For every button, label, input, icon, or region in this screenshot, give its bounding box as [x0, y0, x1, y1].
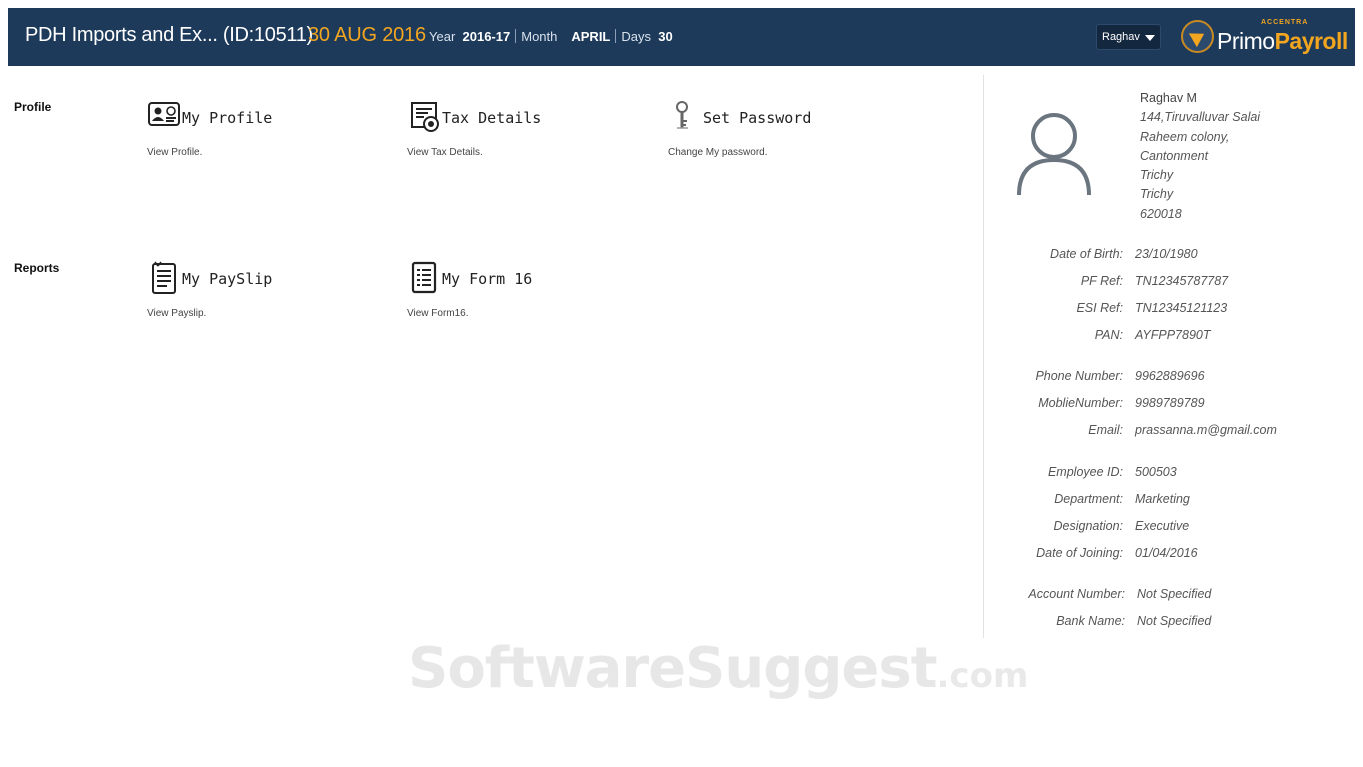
tile-title: My PaySlip [182, 270, 273, 288]
user-dropdown[interactable]: Raghav [1096, 24, 1161, 50]
info-pan: PAN: AYFPP7890T [990, 328, 1360, 346]
payslip-icon [152, 261, 176, 294]
info-label: Designation: [1053, 519, 1124, 533]
month-value: APRIL [571, 29, 611, 44]
brand-logo: ACCENTRA PrimoPayroll [1181, 18, 1348, 58]
user-dropdown-label: Raghav [1102, 31, 1140, 43]
tile-my-profile[interactable]: My Profile View Profile. [147, 100, 387, 170]
tile-description: View Form16. [407, 308, 469, 319]
info-value: prassanna.m@gmail.com [1135, 423, 1277, 437]
current-date: 30 AUG 2016 [308, 24, 426, 46]
tax-document-icon [411, 102, 439, 132]
info-label: Date of Joining: [1036, 546, 1123, 560]
info-value: 9962889696 [1135, 369, 1205, 383]
info-value: Not Specified [1137, 587, 1212, 601]
form-icon [411, 261, 437, 294]
year-label: Year [429, 29, 456, 44]
info-label: Account Number: [1028, 587, 1125, 601]
tile-title: Set Password [703, 109, 812, 127]
info-date-of-joining: Date of Joining: 01/04/2016 [990, 546, 1360, 564]
info-designation: Designation: Executive [990, 519, 1360, 537]
info-account-number: Account Number: Not Specified [990, 587, 1360, 605]
top-header: PDH Imports and Ex... (ID:10511) 30 AUG … [8, 8, 1355, 66]
info-email: Email: prassanna.m@gmail.com [990, 423, 1360, 441]
section-label-profile: Profile [14, 100, 52, 114]
period-info: Year 2016-17 Month APRIL Days 30 [429, 29, 673, 44]
info-department: Department: Marketing [990, 492, 1360, 510]
info-label: Phone Number: [1035, 369, 1123, 383]
address-line: Trichy [1140, 187, 1174, 202]
tile-description: View Payslip. [147, 308, 207, 319]
company-title: PDH Imports and Ex... (ID:10511) [25, 24, 313, 46]
employee-name: Raghav M [1140, 91, 1197, 105]
info-phone: Phone Number: 9962889696 [990, 369, 1360, 387]
info-value: 9989789789 [1135, 396, 1205, 410]
info-esi-ref: ESI Ref: TN12345121123 [990, 301, 1360, 319]
info-label: ESI Ref: [1076, 301, 1123, 315]
brand-payroll: Payroll [1274, 28, 1349, 54]
tile-description: Change My password. [668, 147, 768, 158]
info-label: PF Ref: [1080, 274, 1123, 288]
month-label: Month [521, 29, 558, 44]
info-label: PAN: [1094, 328, 1123, 342]
logo-mark-icon [1181, 20, 1214, 53]
address-line: 144,Tiruvalluvar Salai [1140, 110, 1261, 125]
panel-divider [983, 75, 984, 638]
user-avatar-icon [1017, 113, 1091, 196]
brand-tagline: ACCENTRA [1261, 19, 1309, 26]
info-label: MoblieNumber: [1038, 396, 1123, 410]
chevron-down-icon [1145, 35, 1155, 41]
tile-description: View Profile. [147, 147, 203, 158]
address-line: Cantonment [1140, 148, 1209, 163]
watermark-suffix: .com [936, 656, 1029, 696]
info-label: Bank Name: [1056, 614, 1125, 628]
info-value: 500503 [1135, 465, 1177, 479]
info-bank-name: Bank Name: Not Specified [990, 614, 1360, 632]
info-value: AYFPP7890T [1135, 328, 1211, 342]
address-line: Trichy [1140, 168, 1174, 183]
address-line: Raheem colony, [1140, 129, 1230, 144]
info-value: TN12345121123 [1135, 301, 1228, 315]
tile-description: View Tax Details. [407, 147, 483, 158]
address-line: 620018 [1140, 206, 1182, 221]
days-value: 30 [658, 29, 673, 44]
employee-address-block: Raghav M 144,Tiruvalluvar Salai Raheem c… [1140, 89, 1260, 224]
info-value: Executive [1135, 519, 1190, 533]
brand-primo: Primo [1217, 28, 1275, 54]
year-value: 2016-17 [462, 29, 511, 44]
section-label-reports: Reports [14, 261, 60, 275]
info-value: 23/10/1980 [1135, 247, 1198, 261]
brand-name: PrimoPayroll [1217, 28, 1348, 55]
tile-title: My Profile [182, 109, 273, 127]
info-label: Employee ID: [1047, 465, 1123, 479]
info-value: Marketing [1135, 492, 1190, 506]
watermark-main: SoftwareSuggest [408, 636, 938, 701]
page: PDH Imports and Ex... (ID:10511) 30 AUG … [0, 0, 1363, 767]
tile-title: Tax Details [442, 109, 542, 127]
info-employee-id: Employee ID: 500503 [990, 465, 1360, 483]
info-date-of-birth: Date of Birth: 23/10/1980 [990, 247, 1360, 265]
tile-my-payslip[interactable]: My PaySlip View Payslip. [147, 261, 387, 331]
info-pf-ref: PF Ref: TN12345787787 [990, 274, 1360, 292]
key-icon [676, 101, 688, 129]
tile-my-form16[interactable]: My Form 16 View Form16. [407, 261, 647, 331]
info-value: 01/04/2016 [1135, 546, 1198, 560]
separator [615, 29, 617, 43]
watermark: SoftwareSuggest.com [408, 636, 1028, 701]
info-label: Department: [1054, 492, 1123, 506]
days-label: Days [621, 29, 651, 44]
tile-set-password[interactable]: Set Password Change My password. [668, 100, 908, 170]
tile-tax-details[interactable]: Tax Details View Tax Details. [407, 100, 647, 170]
info-value: Not Specified [1137, 614, 1212, 628]
info-label: Email: [1088, 423, 1123, 437]
info-mobile: MoblieNumber: 9989789789 [990, 396, 1360, 414]
info-label: Date of Birth: [1050, 247, 1123, 261]
separator [515, 29, 517, 43]
info-value: TN12345787787 [1135, 274, 1229, 288]
id-card-icon [148, 102, 180, 126]
tile-title: My Form 16 [442, 270, 533, 288]
